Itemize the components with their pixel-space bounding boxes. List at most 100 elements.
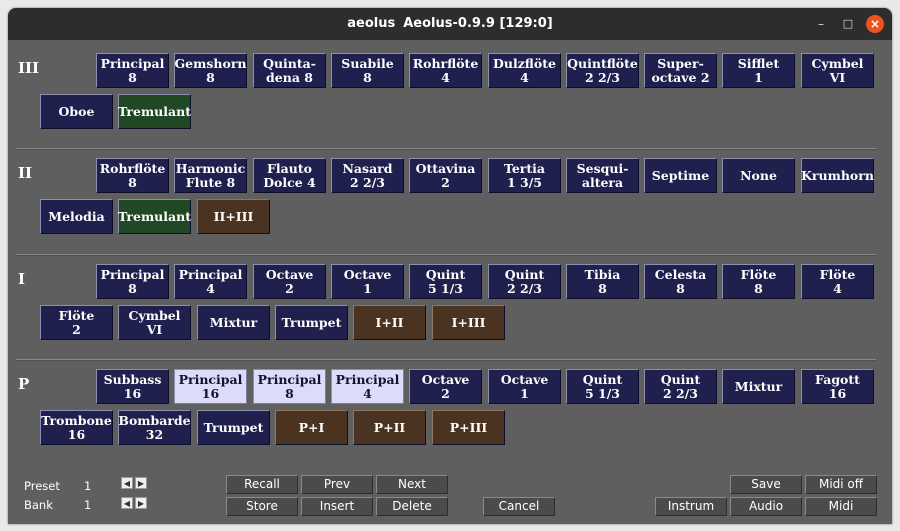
stop-iii-dulzfl-te-4[interactable]: Dulzflöte 4 [488, 53, 561, 88]
stop-i-cymbel-vi[interactable]: Cymbel VI [118, 305, 191, 340]
stop-name: Octave [421, 371, 470, 387]
delete-button[interactable]: Delete [376, 497, 448, 516]
audio-button[interactable]: Audio [730, 497, 802, 516]
stop-i-octave-2[interactable]: Octave 2 [253, 264, 326, 299]
stop-iii-oboe[interactable]: Oboe [40, 94, 113, 129]
stop-i-celesta-8[interactable]: Celesta 8 [644, 264, 717, 299]
next-button[interactable]: Next [376, 475, 448, 494]
stop-footage: 8 [128, 280, 137, 296]
stop-name: Quint [504, 266, 545, 282]
stop-footage: 8 [128, 174, 137, 190]
stop-name: Suabile [341, 55, 394, 71]
save-button[interactable]: Save [730, 475, 802, 494]
prev-button[interactable]: Prev [301, 475, 373, 494]
preset-next-arrow-icon[interactable]: ▶ [135, 477, 147, 489]
stop-name: Principal [257, 371, 322, 387]
stop-p-octave-2[interactable]: Octave 2 [409, 369, 482, 404]
stop-iii-principal-8[interactable]: Principal 8 [96, 53, 169, 88]
stop-i-principal-4[interactable]: Principal 4 [174, 264, 247, 299]
stop-iii-cymbel-vi[interactable]: Cymbel VI [801, 53, 874, 88]
stop-i-tibia-8[interactable]: Tibia 8 [566, 264, 639, 299]
stop-ii-none[interactable]: None [722, 158, 795, 193]
stop-p-mixtur[interactable]: Mixtur [722, 369, 795, 404]
bank-prev-arrow-icon[interactable]: ◀ [121, 497, 133, 509]
stop-iii-quintfl-te-2-2-3[interactable]: Quintflöte 2 2/3 [566, 53, 639, 88]
stop-footage: 16 [201, 385, 220, 401]
stop-p-principal-8[interactable]: Principal 8 [253, 369, 326, 404]
stop-p-principal-16[interactable]: Principal 16 [174, 369, 247, 404]
stop-p-subbass-16[interactable]: Subbass 16 [96, 369, 169, 404]
stop-ii-nasard-2-2-3[interactable]: Nasard 2 2/3 [331, 158, 404, 193]
stop-ii-melodia[interactable]: Melodia [40, 199, 113, 234]
stop-footage: 4 [206, 280, 215, 296]
stop-ii-flauto-dolce-4[interactable]: Flauto Dolce 4 [253, 158, 326, 193]
title-bar[interactable]: aeolus Aeolus-0.9.9 [129:0] – □ × [8, 8, 892, 40]
stop-i-fl-te-2[interactable]: Flöte 2 [40, 305, 113, 340]
insert-button[interactable]: Insert [301, 497, 373, 516]
cancel-button[interactable]: Cancel [483, 497, 555, 516]
instrum-button[interactable]: Instrum [655, 497, 727, 516]
stop-name: Gemshorn [174, 55, 247, 71]
stop-i-fl-te-4[interactable]: Flöte 4 [801, 264, 874, 299]
stop-p-trumpet[interactable]: Trumpet [197, 410, 270, 445]
stop-ii-harmonic-flute-8[interactable]: Harmonic Flute 8 [174, 158, 247, 193]
stop-ii-rohrfl-te-8[interactable]: Rohrflöte 8 [96, 158, 169, 193]
stop-name: Trombone [41, 412, 112, 428]
stop-p-quint-5-1-3[interactable]: Quint 5 1/3 [566, 369, 639, 404]
stop-ii-ottavina-2[interactable]: Ottavina 2 [409, 158, 482, 193]
minimize-icon[interactable]: – [812, 15, 830, 33]
stop-iii-sifflet-1[interactable]: Sifflet 1 [722, 53, 795, 88]
maximize-icon[interactable]: □ [839, 15, 857, 33]
stop-iii-suabile-8[interactable]: Suabile 8 [331, 53, 404, 88]
stop-name: Tremulant [118, 208, 191, 224]
recall-button[interactable]: Recall [226, 475, 298, 494]
bank-next-arrow-icon[interactable]: ▶ [135, 497, 147, 509]
stop-p-p+ii[interactable]: P+II [353, 410, 426, 445]
close-icon[interactable]: × [866, 15, 884, 33]
preset-prev-arrow-icon[interactable]: ◀ [121, 477, 133, 489]
stop-ii-septime[interactable]: Septime [644, 158, 717, 193]
stop-p-trombone-16[interactable]: Trombone 16 [40, 410, 113, 445]
stop-ii-sesqui-altera[interactable]: Sesqui-altera [566, 158, 639, 193]
stop-footage: 2 2/3 [506, 280, 542, 296]
stop-p-principal-4[interactable]: Principal 4 [331, 369, 404, 404]
stop-ii-krumhorn[interactable]: Krumhorn [801, 158, 874, 193]
stop-footage: Flute 8 [185, 174, 236, 190]
stop-iii-tremulant[interactable]: Tremulant [118, 94, 191, 129]
stop-i-trumpet[interactable]: Trumpet [275, 305, 348, 340]
stop-p-bombarde-32[interactable]: Bombarde 32 [118, 410, 191, 445]
stop-name: Bombarde [118, 412, 191, 428]
stop-p-p+iii[interactable]: P+III [432, 410, 505, 445]
stop-iii-quinta-dena-8[interactable]: Quinta-dena 8 [253, 53, 326, 88]
midi-button[interactable]: Midi [805, 497, 877, 516]
stop-footage: 8 [598, 280, 607, 296]
stop-i-quint-5-1-3[interactable]: Quint 5 1/3 [409, 264, 482, 299]
stop-iii-rohrfl-te-4[interactable]: Rohrflöte 4 [409, 53, 482, 88]
stop-ii-ii+iii[interactable]: II+III [197, 199, 270, 234]
store-button[interactable]: Store [226, 497, 298, 516]
stop-footage: 2 [72, 321, 81, 337]
stop-iii-gemshorn-8[interactable]: Gemshorn 8 [174, 53, 247, 88]
stop-p-p+i[interactable]: P+I [275, 410, 348, 445]
stop-name: Flauto [267, 160, 312, 176]
stop-ii-tertia-1-3-5[interactable]: Tertia 1 3/5 [488, 158, 561, 193]
stop-footage: dena 8 [266, 69, 313, 85]
stop-p-fagott-16[interactable]: Fagott 16 [801, 369, 874, 404]
stop-i-fl-te-8[interactable]: Flöte 8 [722, 264, 795, 299]
stop-p-quint-2-2-3[interactable]: Quint 2 2/3 [644, 369, 717, 404]
stop-iii-super-octave-2[interactable]: Super-octave 2 [644, 53, 717, 88]
stop-i-principal-8[interactable]: Principal 8 [96, 264, 169, 299]
stop-i-i+ii[interactable]: I+II [353, 305, 426, 340]
stop-name: Principal [100, 55, 165, 71]
stop-name: Quinta- [263, 55, 316, 71]
stop-ii-tremulant[interactable]: Tremulant [118, 199, 191, 234]
stop-i-quint-2-2-3[interactable]: Quint 2 2/3 [488, 264, 561, 299]
stop-name: Tremulant [118, 103, 191, 119]
midi-off-button[interactable]: Midi off [805, 475, 877, 494]
title-app-name: aeolus [347, 16, 396, 31]
stop-i-i+iii[interactable]: I+III [432, 305, 505, 340]
stop-i-mixtur[interactable]: Mixtur [197, 305, 270, 340]
stop-name: Quintflöte [567, 55, 638, 71]
stop-i-octave-1[interactable]: Octave 1 [331, 264, 404, 299]
stop-p-octave-1[interactable]: Octave 1 [488, 369, 561, 404]
